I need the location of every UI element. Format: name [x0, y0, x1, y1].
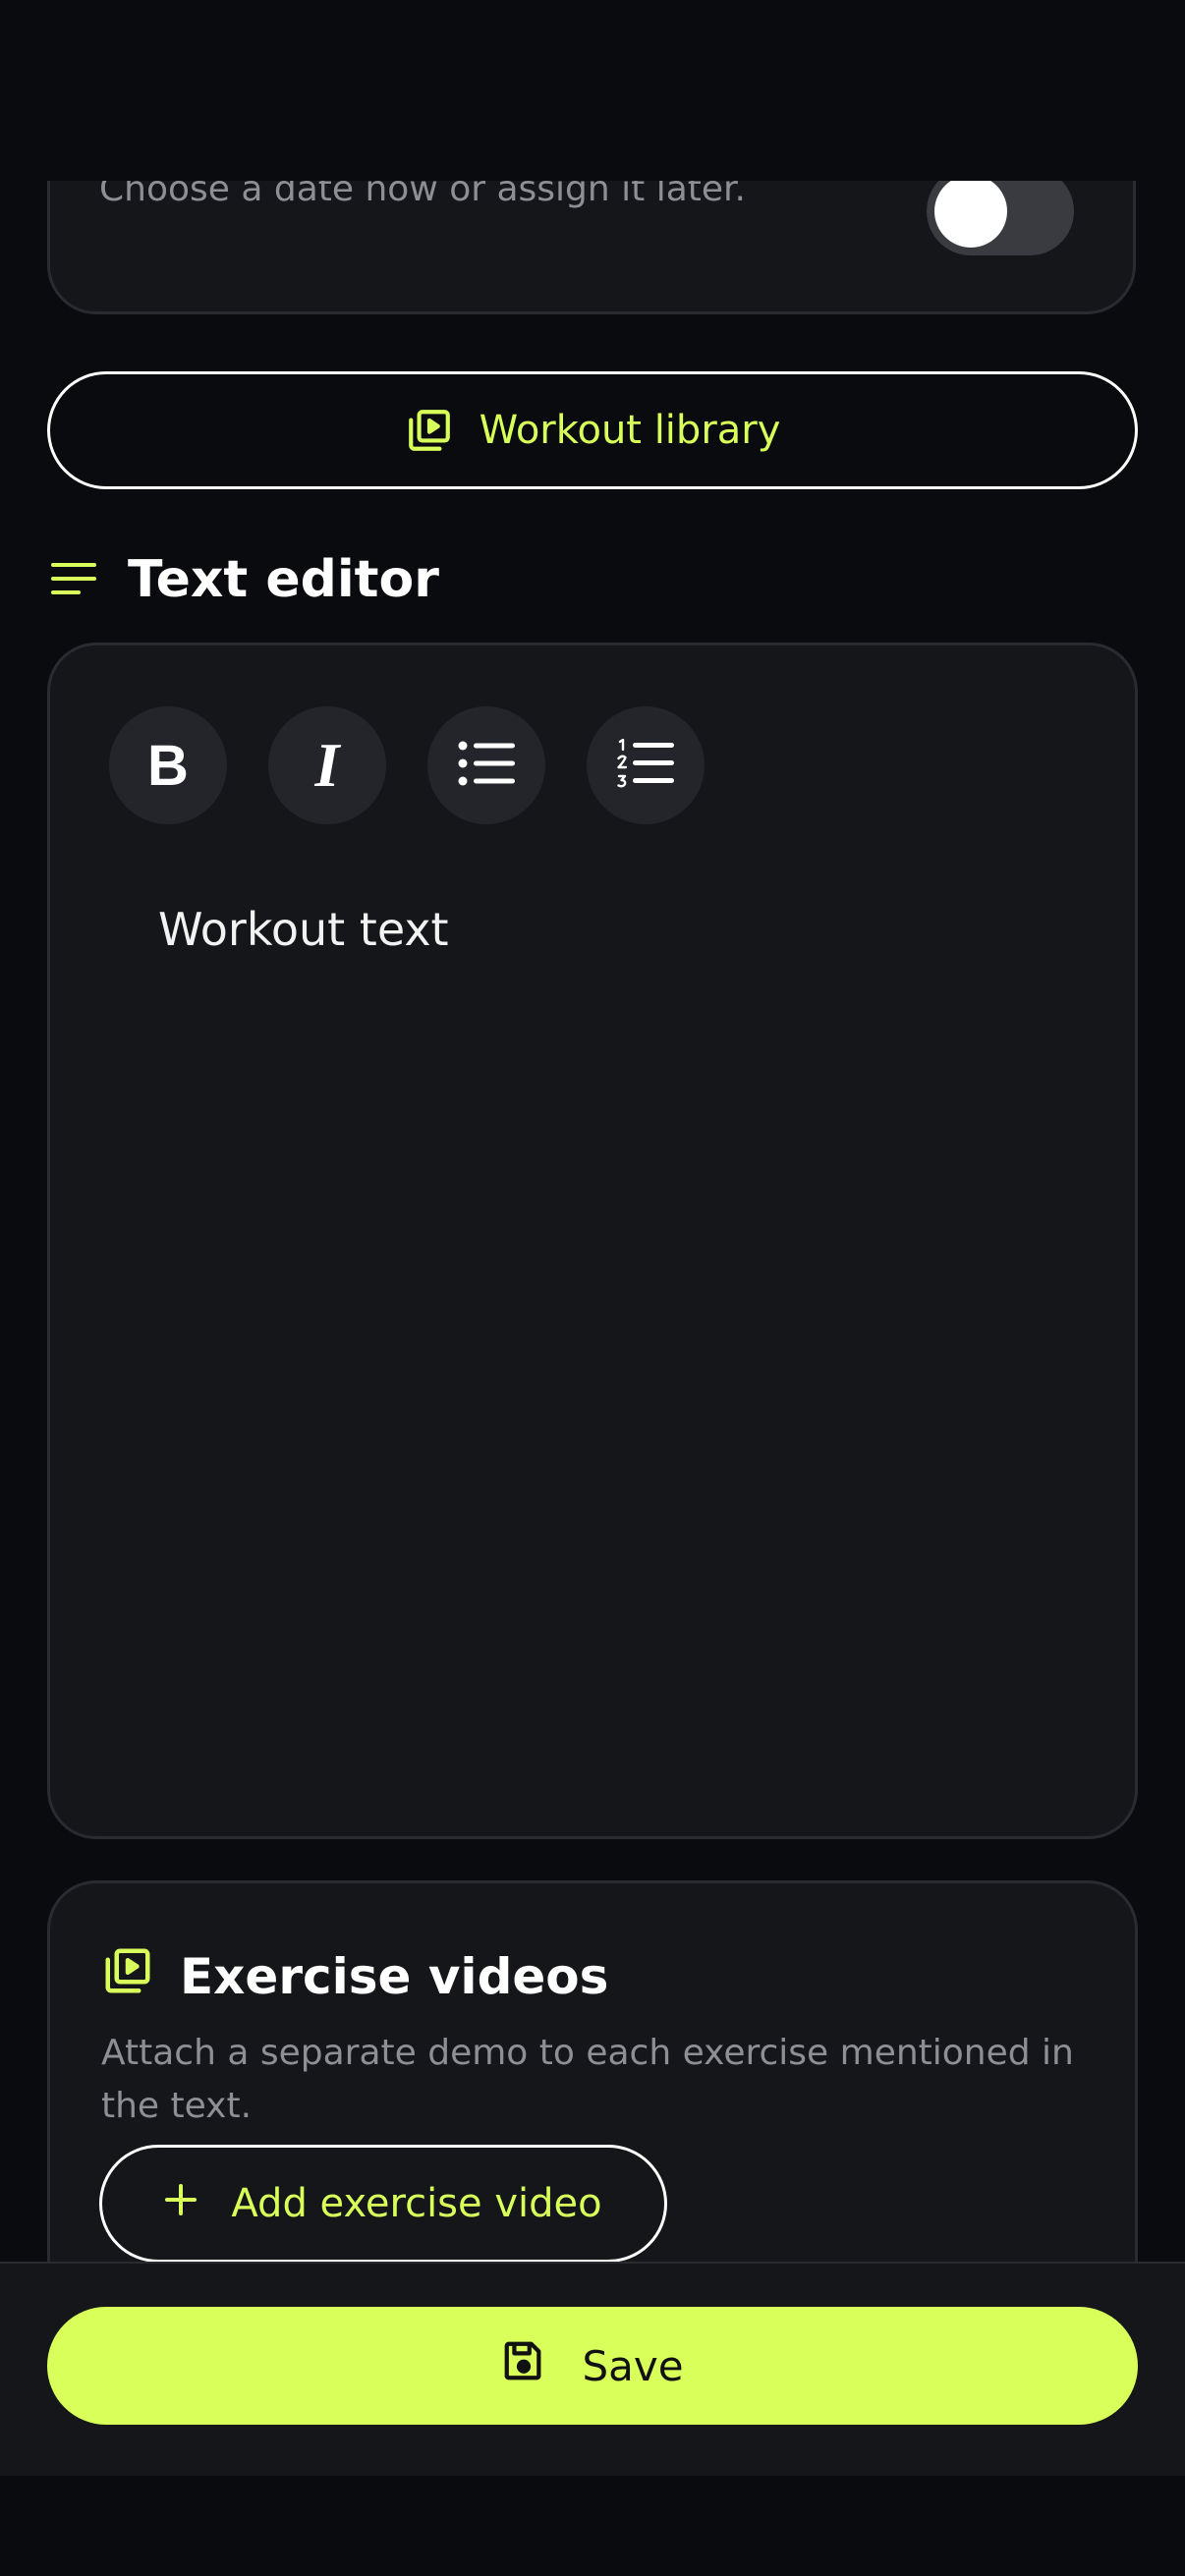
add-exercise-video-button[interactable]: Add exercise video	[99, 2145, 667, 2263]
plus-icon	[164, 2181, 198, 2226]
exercise-videos-heading: Exercise videos	[101, 1944, 608, 2009]
workout-library-button[interactable]: Workout library	[47, 371, 1138, 489]
save-button[interactable]: Save	[47, 2307, 1138, 2425]
bold-button[interactable]: B	[109, 706, 227, 824]
exercise-videos-card: Exercise videos Attach a separate demo t…	[47, 1880, 1138, 2293]
toggle-knob	[934, 175, 1007, 248]
exercise-videos-description: Attach a separate demo to each exercise …	[101, 2033, 1074, 2126]
numbered-list-button[interactable]	[587, 706, 705, 824]
add-exercise-video-label: Add exercise video	[231, 2181, 602, 2226]
editor-toolbar: B I	[109, 706, 705, 824]
bold-glyph: B	[147, 733, 189, 798]
status-bar	[0, 0, 1185, 181]
workout-library-label: Workout library	[479, 408, 781, 453]
bullet-list-icon	[458, 741, 515, 790]
numbered-list-icon	[617, 738, 674, 792]
bullet-list-button[interactable]	[427, 706, 545, 824]
video-library-icon	[405, 406, 454, 455]
workout-text-input[interactable]: Workout text	[158, 903, 449, 956]
floppy-disk-icon	[501, 2338, 546, 2393]
italic-glyph: I	[314, 730, 340, 800]
italic-button[interactable]: I	[268, 706, 386, 824]
text-editor-title: Text editor	[128, 550, 439, 609]
exercise-videos-title: Exercise videos	[180, 1948, 609, 2005]
save-label: Save	[582, 2341, 684, 2390]
text-editor-heading: Text editor	[51, 550, 439, 609]
text-editor-card: B I Workout text	[47, 643, 1138, 1839]
home-indicator-area	[0, 2476, 1185, 2576]
text-lines-icon	[51, 550, 98, 609]
bottom-action-bar: Save	[0, 2262, 1185, 2478]
video-library-icon	[101, 1944, 154, 2009]
